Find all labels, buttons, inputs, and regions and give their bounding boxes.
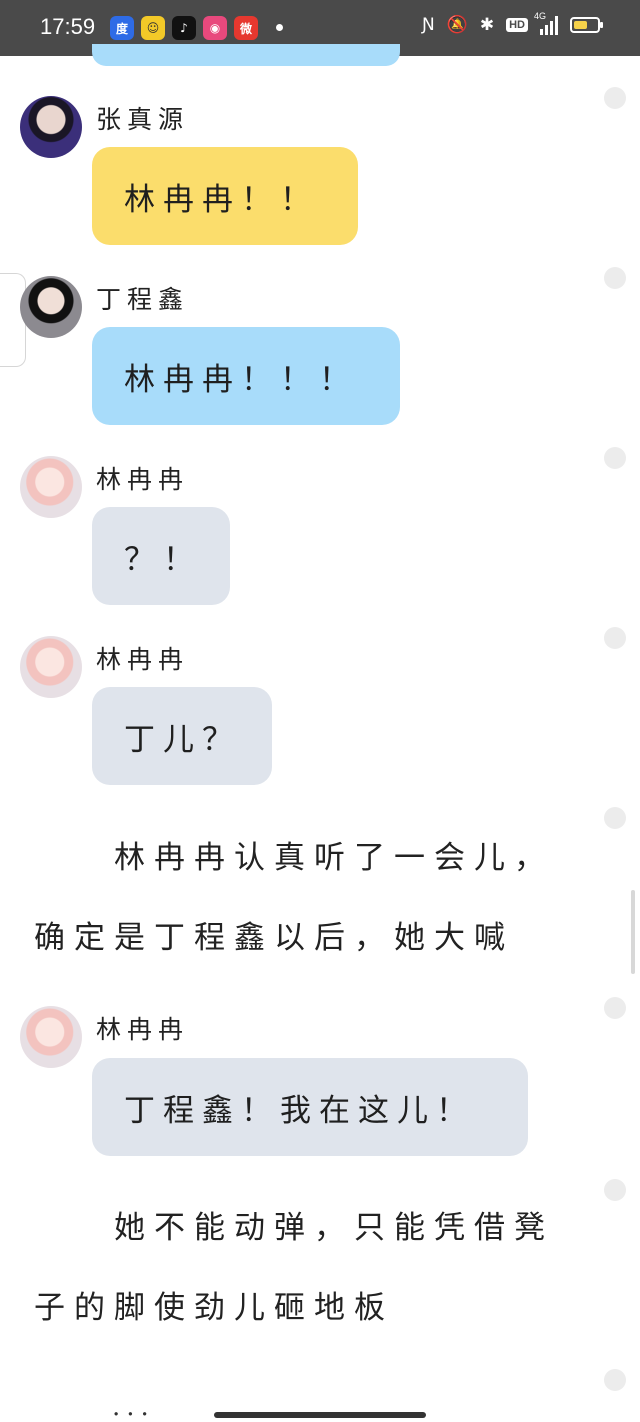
sender-name: 林冉冉	[96, 1015, 190, 1044]
clock: 17:59	[40, 14, 96, 39]
narration-line: 子的脚使劲儿砸地板	[34, 1290, 394, 1326]
avatar[interactable]	[20, 276, 82, 338]
sender-name: 林冉冉	[96, 465, 190, 494]
pink-app-icon: ◉	[203, 16, 227, 40]
mute-icon: 🔕	[446, 15, 468, 35]
narration-line: 确定是丁程鑫以后，她大喊	[34, 920, 514, 956]
weibo-icon: 微	[234, 16, 258, 40]
select-message-dot[interactable]	[604, 1369, 626, 1391]
message-bubble[interactable]: 丁儿？	[92, 687, 272, 785]
more-notifications-dot-icon	[276, 24, 283, 31]
yellow-app-icon: ☺	[141, 16, 165, 40]
select-message-dot[interactable]	[604, 87, 626, 109]
avatar[interactable]	[20, 96, 82, 158]
message-bubble[interactable]: 林冉冉！！	[92, 147, 358, 245]
avatar[interactable]	[20, 636, 82, 698]
home-indicator[interactable]	[214, 1412, 426, 1418]
narration-line: 她不能动弹，只能凭借凳	[114, 1210, 554, 1246]
previous-message-bubble	[92, 44, 400, 66]
battery-icon	[570, 17, 603, 33]
sender-name: 张真源	[96, 105, 190, 134]
message-bubble[interactable]: 丁程鑫！我在这儿！	[92, 1058, 528, 1156]
avatar[interactable]	[20, 456, 82, 518]
message-bubble[interactable]: 林冉冉！！！	[92, 327, 400, 425]
select-message-dot[interactable]	[604, 1179, 626, 1201]
system-icons: Ɲ 🔕 ✱ HD 4G	[421, 11, 603, 35]
select-message-dot[interactable]	[604, 627, 626, 649]
message-bubble[interactable]: ？！	[92, 507, 230, 605]
select-message-dot[interactable]	[604, 447, 626, 469]
narration-text: 她不能动弹，只能凭借凳 子的脚使劲儿砸地板	[34, 1188, 594, 1348]
hd-badge: HD	[506, 18, 528, 32]
baidu-icon: 度	[110, 16, 134, 40]
select-message-dot[interactable]	[604, 997, 626, 1019]
sender-name: 林冉冉	[96, 645, 190, 674]
nfc-icon: Ɲ	[421, 15, 435, 35]
select-message-dot[interactable]	[604, 807, 626, 829]
notification-app-icons: 度 ☺ ♪ ◉ 微	[110, 16, 265, 40]
signal-icon: 4G	[534, 11, 558, 35]
narration-text: 林冉冉认真听了一会儿， 确定是丁程鑫以后，她大喊	[34, 818, 594, 978]
avatar[interactable]	[20, 1006, 82, 1068]
tiktok-icon: ♪	[172, 16, 196, 40]
sender-name: 丁程鑫	[96, 285, 190, 314]
network-type: 4G	[534, 11, 547, 21]
more-text-ellipsis: ...	[112, 1392, 155, 1422]
scrollbar[interactable]	[631, 890, 635, 974]
narration-line: 林冉冉认真听了一会儿，	[114, 840, 554, 876]
bluetooth-icon: ✱	[479, 15, 495, 35]
select-message-dot[interactable]	[604, 267, 626, 289]
